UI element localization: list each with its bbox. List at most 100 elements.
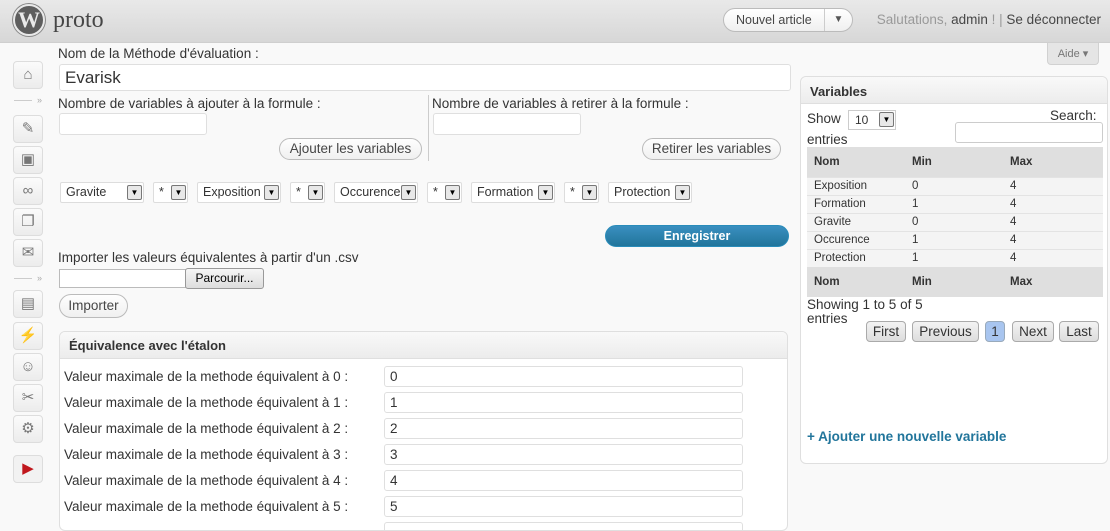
variables-panel: Variables Show 10 ▼ entries Search: Nom M… — [800, 76, 1108, 464]
chevron-down-icon[interactable]: ▼ — [824, 9, 852, 31]
add-variable-link[interactable]: + Ajouter une nouvelle variable — [807, 429, 1006, 444]
site-title[interactable]: proto — [53, 7, 104, 34]
equivalence-input[interactable] — [384, 366, 743, 387]
method-name-input[interactable] — [59, 64, 791, 91]
chevron-down-icon[interactable]: ▼ — [675, 185, 690, 200]
equivalence-input[interactable] — [384, 418, 743, 439]
table-row[interactable]: Exposition 0 4 — [807, 176, 1103, 195]
greeting-prefix: Salutations, — [876, 12, 948, 27]
csv-file-input[interactable] — [59, 269, 186, 288]
table-row[interactable]: Protection 1 4 — [807, 248, 1103, 267]
cell-nom: Formation — [807, 194, 905, 213]
wordpress-logo-icon[interactable]: W — [13, 4, 45, 36]
appearance-icon[interactable]: ▤ — [13, 290, 43, 318]
formula-variable-select[interactable]: Protection ▼ — [608, 182, 692, 203]
pagination-next-button[interactable]: Next — [1012, 321, 1054, 342]
table-info-line1: Showing 1 to 5 of 5 — [807, 297, 923, 312]
pagination-first-button[interactable]: First — [866, 321, 906, 342]
new-post-action[interactable]: Nouvel article — [736, 13, 812, 27]
menu-separator[interactable]: » — [14, 273, 42, 283]
table-row[interactable]: Occurence 1 4 — [807, 230, 1103, 249]
formula-variable-select[interactable]: Occurence ▼ — [334, 182, 418, 203]
entries-label: entries — [807, 132, 848, 147]
save-button[interactable]: Enregistrer — [605, 225, 789, 247]
cell-nom: Gravite — [807, 212, 905, 231]
formula-variable-select[interactable]: Formation ▼ — [471, 182, 555, 203]
table-info-line2: entries — [807, 311, 848, 326]
variables-table: Nom Min Max Exposition 0 4 Formation 1 4 Gra… — [807, 147, 1103, 297]
tools-icon[interactable]: ✂ — [13, 384, 43, 412]
separator: | — [995, 12, 1007, 27]
column-header-nom[interactable]: Nom — [807, 147, 905, 177]
favorite-actions-dropdown[interactable]: Nouvel article ▼ — [723, 8, 853, 32]
equivalence-input[interactable] — [384, 496, 743, 517]
formula-operator-select[interactable]: * ▼ — [153, 182, 188, 203]
cell-max: 4 — [1003, 176, 1103, 195]
equivalence-input[interactable] — [384, 522, 743, 530]
formula-variable-select[interactable]: Exposition ▼ — [197, 182, 281, 203]
equivalence-title: Équivalence avec l'étalon — [60, 332, 787, 359]
formula-operator-select[interactable]: * ▼ — [564, 182, 599, 203]
logout-link[interactable]: Se déconnecter — [1006, 12, 1101, 27]
equivalence-label: Valeur maximale de la methode équivalent… — [64, 499, 349, 514]
chevron-down-icon[interactable]: ▼ — [879, 112, 894, 127]
posts-pin-icon[interactable]: ✎ — [13, 115, 43, 143]
add-vars-input[interactable] — [59, 113, 207, 135]
chevron-down-icon[interactable]: ▼ — [582, 185, 597, 200]
equivalence-row: Valeur maximale de la methode équivalent… — [64, 496, 764, 518]
pagination-previous-button[interactable]: Previous — [912, 321, 979, 342]
user-greeting: Salutations, admin ! | Se déconnecter — [877, 12, 1101, 27]
table-row[interactable]: Formation 1 4 — [807, 194, 1103, 213]
chevron-down-icon[interactable]: ▼ — [171, 185, 186, 200]
equivalence-row: Valeur maximale de la methode équivalent… — [64, 366, 764, 388]
cell-min: 0 — [905, 176, 1003, 195]
chevron-down-icon[interactable]: ▼ — [308, 185, 323, 200]
column-header-max[interactable]: Max — [1003, 147, 1103, 177]
column-header-min[interactable]: Min — [905, 147, 1003, 177]
formula-variable-select[interactable]: Gravite ▼ — [60, 182, 144, 203]
equivalence-panel: Équivalence avec l'étalon Valeur maximal… — [59, 331, 788, 531]
equivalence-row — [64, 522, 764, 530]
cell-nom: Protection — [807, 248, 905, 267]
chevron-down-icon[interactable]: ▼ — [538, 185, 553, 200]
chevron-down-icon[interactable]: ▼ — [127, 185, 142, 200]
remove-variables-button[interactable]: Retirer les variables — [642, 138, 781, 160]
add-variables-button[interactable]: Ajouter les variables — [279, 138, 422, 160]
chevron-down-icon[interactable]: ▼ — [264, 185, 279, 200]
formula-operator-select[interactable]: * ▼ — [427, 182, 462, 203]
add-vars-label: Nombre de variables à ajouter à la formu… — [58, 96, 321, 111]
equivalence-label: Valeur maximale de la methode équivalent… — [64, 473, 349, 488]
table-footer-row: Nom Min Max — [807, 267, 1103, 297]
pagination-page-button[interactable]: 1 — [985, 321, 1005, 342]
plugins-icon[interactable]: ⚡ — [13, 322, 43, 350]
comments-icon[interactable]: ✉ — [13, 239, 43, 267]
browse-button[interactable]: Parcourir... — [185, 268, 264, 289]
entries-length-value: 10 — [855, 113, 869, 127]
equivalence-input[interactable] — [384, 470, 743, 491]
import-button[interactable]: Importer — [59, 294, 128, 318]
equivalence-row: Valeur maximale de la methode équivalent… — [64, 470, 764, 492]
entries-length-select[interactable]: 10 ▼ — [848, 110, 896, 130]
column-footer-min: Min — [905, 267, 1003, 297]
dashboard-icon[interactable]: ⌂ — [13, 61, 43, 89]
evarisk-plugin-icon[interactable]: ▶ — [13, 455, 43, 483]
remove-vars-input[interactable] — [433, 113, 581, 135]
links-icon[interactable]: ∞ — [13, 177, 43, 205]
help-tab[interactable]: Aide ▾ — [1047, 43, 1099, 65]
formula-operator-select[interactable]: * ▼ — [290, 182, 325, 203]
pagination-last-button[interactable]: Last — [1059, 321, 1099, 342]
user-link[interactable]: admin — [951, 12, 988, 27]
pages-icon[interactable]: ❐ — [13, 208, 43, 236]
equivalence-input[interactable] — [384, 444, 743, 465]
chevron-down-icon[interactable]: ▼ — [445, 185, 460, 200]
users-icon[interactable]: ☺ — [13, 353, 43, 381]
search-input[interactable] — [955, 122, 1103, 143]
media-icon[interactable]: ▣ — [13, 146, 43, 174]
menu-separator[interactable]: » — [14, 95, 42, 105]
equivalence-label: Valeur maximale de la methode équivalent… — [64, 395, 349, 410]
settings-icon[interactable]: ⚙ — [13, 415, 43, 443]
chevron-down-icon[interactable]: ▼ — [401, 185, 416, 200]
equivalence-input[interactable] — [384, 392, 743, 413]
cell-min: 1 — [905, 230, 1003, 249]
table-row[interactable]: Gravite 0 4 — [807, 212, 1103, 231]
